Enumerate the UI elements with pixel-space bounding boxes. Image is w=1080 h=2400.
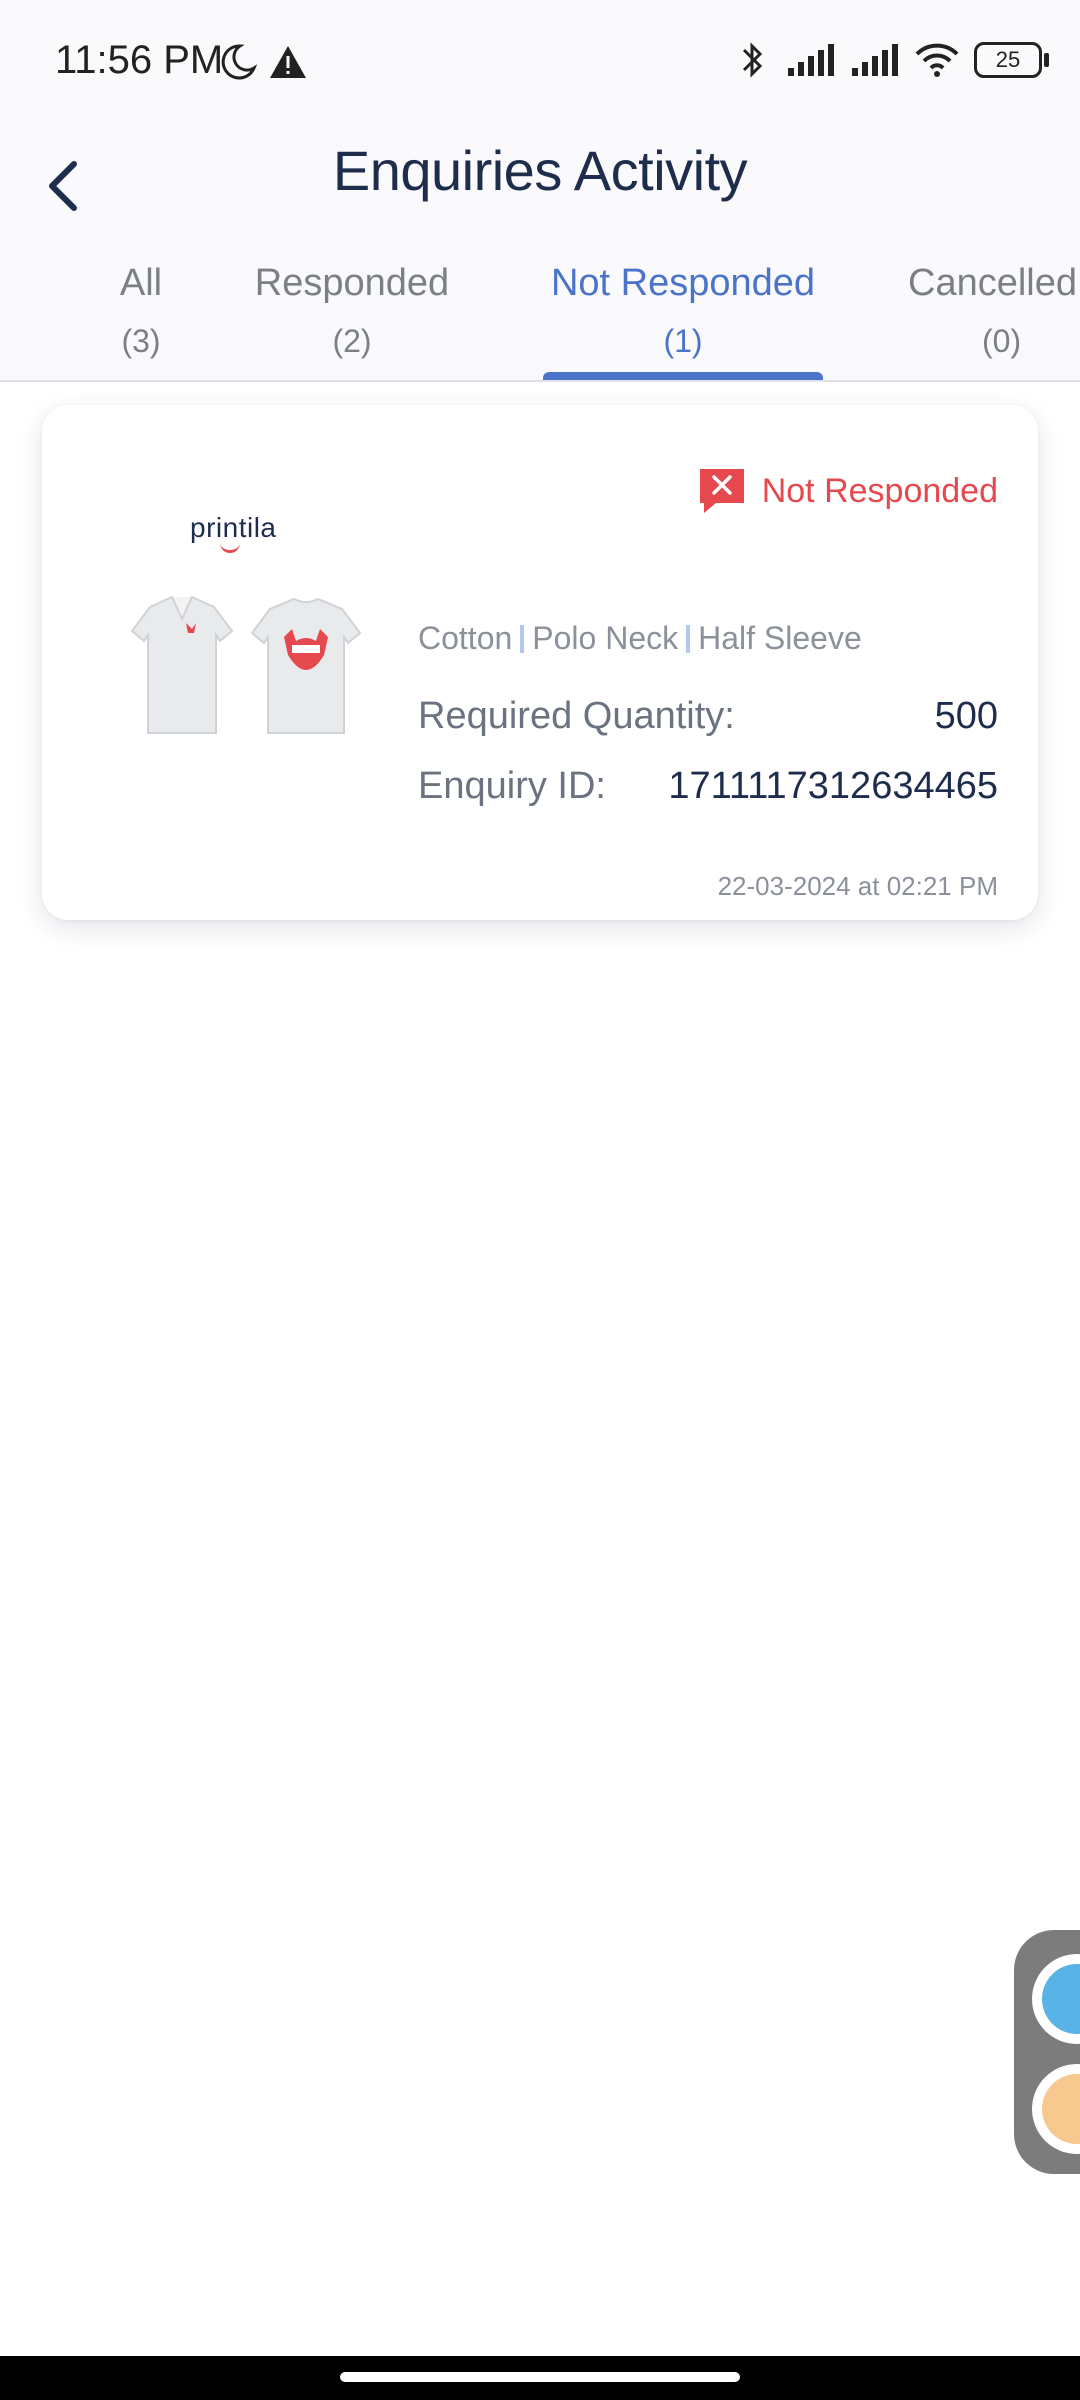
polo-front bbox=[130, 595, 234, 734]
tab-label: All bbox=[119, 262, 163, 304]
tab-count: (0) bbox=[982, 323, 1022, 359]
wifi-icon bbox=[915, 43, 959, 77]
spec-divider bbox=[686, 625, 691, 653]
tab-not-responded[interactable]: Not Responded (1) bbox=[533, 262, 833, 360]
app-header: Enquiries Activity bbox=[0, 128, 1080, 248]
enquiry-id-row: Enquiry ID: 1711117312634465 bbox=[418, 765, 998, 808]
signal-icon bbox=[852, 44, 898, 76]
tab-responded[interactable]: Responded (2) bbox=[230, 262, 474, 360]
warning-icon bbox=[270, 46, 306, 78]
page-title: Enquiries Activity bbox=[332, 139, 748, 202]
enquiry-timestamp: 22-03-2024 at 02:21 PM bbox=[717, 871, 998, 901]
status-bar: 11:56 PM 25 bbox=[0, 0, 1080, 128]
status-left-icons bbox=[220, 42, 310, 87]
brand-smile-mark bbox=[220, 540, 240, 553]
status-time: 11:56 PM bbox=[55, 38, 224, 82]
product-image bbox=[120, 585, 370, 745]
spec-material: Cotton bbox=[418, 620, 513, 656]
active-tab-indicator bbox=[543, 372, 823, 380]
product-specs: Cotton Polo Neck Half Sleeve bbox=[418, 620, 862, 657]
tab-count: (1) bbox=[663, 323, 703, 359]
tab-label: Not Responded bbox=[550, 262, 816, 304]
moon-icon bbox=[221, 44, 258, 80]
tab-cancelled[interactable]: Cancelled (0) bbox=[908, 262, 1080, 360]
tab-label: Cancelled bbox=[908, 262, 1077, 304]
tab-all[interactable]: All (3) bbox=[96, 262, 186, 360]
enquiry-card[interactable]: Not Responded printila Cotton Polo Neck Ha… bbox=[42, 405, 1038, 920]
tab-label: Responded bbox=[254, 262, 450, 304]
brand-logo: printila bbox=[190, 512, 277, 553]
brand-name: printila bbox=[190, 512, 277, 543]
home-indicator[interactable] bbox=[340, 2372, 740, 2382]
message-close-icon bbox=[699, 469, 744, 513]
quantity-value: 500 bbox=[934, 695, 998, 737]
assistant-avatar-icon[interactable] bbox=[1032, 1954, 1080, 2044]
polo-back bbox=[250, 597, 362, 734]
spec-sleeve: Half Sleeve bbox=[698, 620, 862, 656]
tab-count: (2) bbox=[332, 323, 372, 359]
enquiry-id-label: Enquiry ID: bbox=[418, 765, 606, 807]
status-right-icons: 25 bbox=[732, 40, 1049, 80]
floating-assistant-widget[interactable] bbox=[1014, 1930, 1080, 2174]
support-avatar-icon[interactable] bbox=[1032, 2064, 1080, 2154]
status-text: Not Responded bbox=[761, 471, 998, 510]
tab-count: (3) bbox=[121, 323, 161, 359]
bluetooth-icon bbox=[742, 42, 763, 78]
quantity-label: Required Quantity: bbox=[418, 695, 735, 737]
status-tabs: All (3) Responded (2) Not Responded (1) … bbox=[0, 248, 1080, 382]
signal-icon bbox=[788, 44, 834, 76]
spec-collar: Polo Neck bbox=[532, 620, 679, 656]
battery-icon: 25 bbox=[974, 42, 1049, 78]
enquiry-id-value: 1711117312634465 bbox=[668, 765, 998, 807]
spec-divider bbox=[520, 625, 525, 653]
status-badge: Not Responded bbox=[698, 467, 998, 515]
quantity-row: Required Quantity: 500 bbox=[418, 695, 998, 738]
